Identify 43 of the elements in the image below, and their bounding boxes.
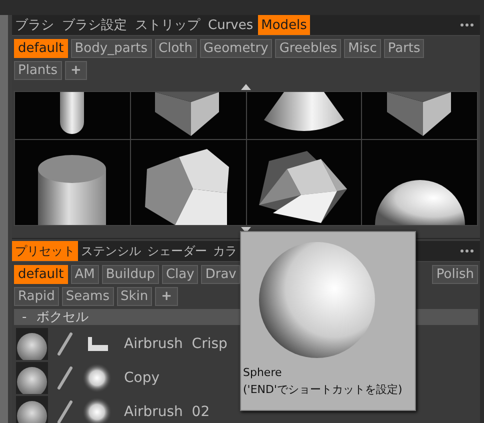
preset-tab[interactable]: Skin <box>116 287 152 306</box>
brush-name[interactable]: Copy <box>124 370 160 386</box>
preset-tab[interactable]: Misc <box>344 39 381 58</box>
brush-thumbnail[interactable] <box>16 328 48 360</box>
preset-tab[interactable]: default <box>14 39 68 58</box>
preset-tab[interactable]: Greebles <box>275 39 342 58</box>
brush-thumbnail[interactable] <box>16 362 48 394</box>
tab[interactable]: Curves <box>205 15 256 35</box>
more-icon[interactable] <box>460 23 474 27</box>
tab[interactable]: プリセット <box>12 241 78 261</box>
preset-tab[interactable]: Geometry <box>200 39 272 58</box>
preset-tab[interactable]: Cloth <box>154 39 196 58</box>
preset-tab[interactable]: Parts <box>384 39 424 58</box>
tab[interactable]: Models <box>258 15 310 35</box>
tab[interactable]: ステンシル <box>78 241 144 261</box>
cylinder-drawing[interactable] <box>36 153 108 225</box>
icosahedron-drawing[interactable] <box>258 149 349 225</box>
tab[interactable]: シェーダー <box>144 241 210 261</box>
brush-thumbnail[interactable] <box>16 396 48 423</box>
alpha-icon <box>82 363 112 393</box>
brush-name[interactable]: Airbrush 02 <box>124 404 210 420</box>
dodecahedron-drawing[interactable] <box>145 149 232 225</box>
preset-tab[interactable]: Buildup <box>102 265 159 284</box>
add-button[interactable]: + <box>155 287 178 306</box>
preset-tab[interactable]: AM <box>70 265 99 284</box>
tooltip-hint: ('END'でショートカットを設定) <box>243 382 402 398</box>
preset-tab[interactable]: default <box>14 265 68 284</box>
tab[interactable]: ブラシ <box>12 15 57 35</box>
tab[interactable]: ブラシ設定 <box>59 15 130 35</box>
tab[interactable]: カラ <box>210 241 240 261</box>
preset-tab[interactable]: Body_parts <box>70 39 152 58</box>
tab[interactable]: ストリップ <box>132 15 203 35</box>
add-button[interactable]: + <box>64 61 88 80</box>
more-icon[interactable] <box>460 249 474 253</box>
preset-tab[interactable]: Drav <box>201 265 240 284</box>
preset-tab[interactable]: Clay <box>162 265 198 284</box>
alpha-icon <box>82 397 112 423</box>
preset-tab[interactable]: Plants <box>14 61 62 80</box>
tooltip-title: Sphere <box>243 365 282 381</box>
preset-tab[interactable]: Rapid <box>14 287 59 306</box>
preset-tab[interactable]: Polish <box>432 265 478 284</box>
preset-tab[interactable]: Seams <box>62 287 114 306</box>
brush-name[interactable]: Airbrush Crisp <box>124 336 228 352</box>
